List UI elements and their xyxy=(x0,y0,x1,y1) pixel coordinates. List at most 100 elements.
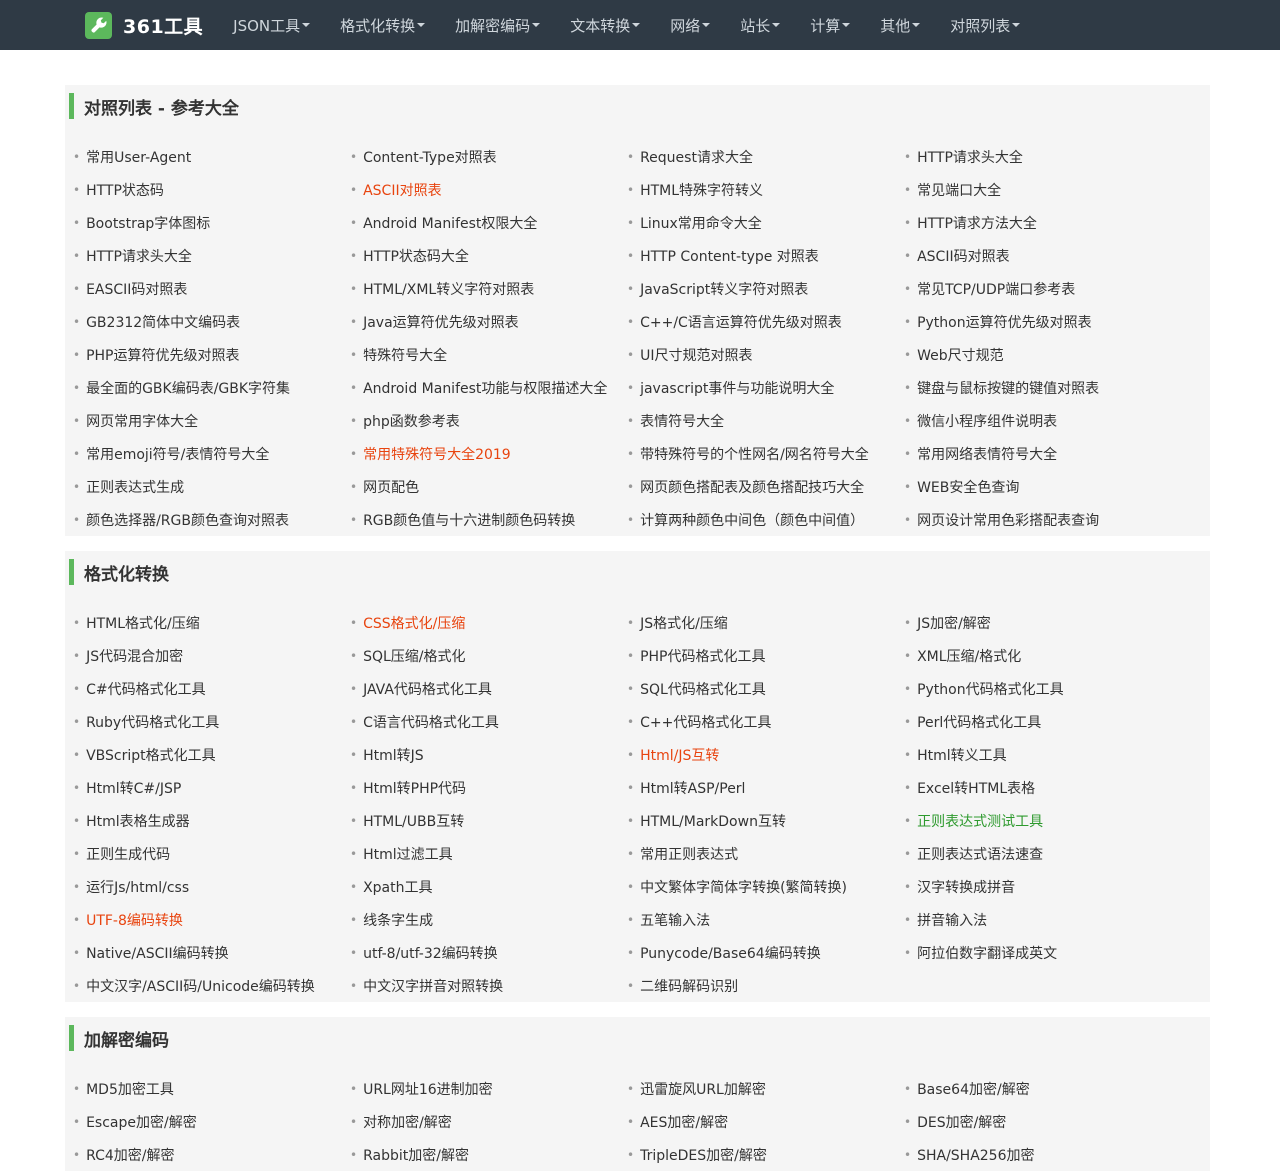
nav-item-3[interactable]: 文本转换 xyxy=(555,0,655,50)
tool-link[interactable]: • Native/ASCII编码转换 xyxy=(73,936,350,969)
tool-link[interactable]: • ASCII码对照表 xyxy=(904,239,1181,272)
tool-link[interactable]: • 网页颜色搭配表及颜色搭配技巧大全 xyxy=(627,470,904,503)
tool-link[interactable]: • VBScript格式化工具 xyxy=(73,738,350,771)
tool-link[interactable]: • HTML格式化/压缩 xyxy=(73,606,350,639)
tool-link[interactable]: • 计算两种颜色中间色（颜色中间值） xyxy=(627,503,904,536)
tool-link[interactable]: • 线条字生成 xyxy=(350,903,627,936)
tool-link[interactable]: • 运行Js/html/css xyxy=(73,870,350,903)
tool-link[interactable]: • UI尺寸规范对照表 xyxy=(627,338,904,371)
nav-item-1[interactable]: 格式化转换 xyxy=(325,0,440,50)
tool-link[interactable]: • MD5加密工具 xyxy=(73,1072,350,1105)
tool-link[interactable]: • C语言代码格式化工具 xyxy=(350,705,627,738)
tool-link[interactable]: • HTML/XML转义字符对照表 xyxy=(350,272,627,305)
tool-link[interactable]: • 正则表达式测试工具 xyxy=(904,804,1181,837)
tool-link[interactable]: • JAVA代码格式化工具 xyxy=(350,672,627,705)
tool-link[interactable]: • RGB颜色值与十六进制颜色码转换 xyxy=(350,503,627,536)
tool-link[interactable]: • 常见TCP/UDP端口参考表 xyxy=(904,272,1181,305)
tool-link[interactable]: • JS格式化/压缩 xyxy=(627,606,904,639)
tool-link[interactable]: • HTML/MarkDown互转 xyxy=(627,804,904,837)
tool-link[interactable]: • 五笔输入法 xyxy=(627,903,904,936)
tool-link[interactable]: • SQL代码格式化工具 xyxy=(627,672,904,705)
tool-link[interactable]: • C++代码格式化工具 xyxy=(627,705,904,738)
tool-link[interactable]: • HTTP请求头大全 xyxy=(73,239,350,272)
tool-link[interactable]: • Html转义工具 xyxy=(904,738,1181,771)
nav-item-0[interactable]: JSON工具 xyxy=(218,0,325,50)
tool-link[interactable]: • HTTP请求方法大全 xyxy=(904,206,1181,239)
tool-link[interactable]: • CSS格式化/压缩 xyxy=(350,606,627,639)
nav-item-6[interactable]: 计算 xyxy=(795,0,865,50)
tool-link[interactable]: • Base64加密/解密 xyxy=(904,1072,1181,1105)
tool-link[interactable]: • 最全面的GBK编码表/GBK字符集 xyxy=(73,371,350,404)
tool-link[interactable]: • 常用User-Agent xyxy=(73,140,350,173)
tool-link[interactable]: • Android Manifest权限大全 xyxy=(350,206,627,239)
tool-link[interactable]: • 网页常用字体大全 xyxy=(73,404,350,437)
tool-link[interactable]: • Web尺寸规范 xyxy=(904,338,1181,371)
tool-link[interactable]: • URL网址16进制加密 xyxy=(350,1072,627,1105)
nav-item-8[interactable]: 对照列表 xyxy=(935,0,1035,50)
tool-link[interactable]: • 网页设计常用色彩搭配表查询 xyxy=(904,503,1181,536)
tool-link[interactable]: • SHA/SHA256加密 xyxy=(904,1138,1181,1171)
tool-link[interactable]: • Python代码格式化工具 xyxy=(904,672,1181,705)
tool-link[interactable]: • Android Manifest功能与权限描述大全 xyxy=(350,371,627,404)
tool-link[interactable]: • 特殊符号大全 xyxy=(350,338,627,371)
tool-link[interactable]: • 常用特殊符号大全2019 xyxy=(350,437,627,470)
tool-link[interactable]: • 颜色选择器/RGB颜色查询对照表 xyxy=(73,503,350,536)
tool-link[interactable]: • 中文繁体字简体字转换(繁简转换) xyxy=(627,870,904,903)
nav-item-4[interactable]: 网络 xyxy=(655,0,725,50)
tool-link[interactable]: • PHP代码格式化工具 xyxy=(627,639,904,672)
tool-link[interactable]: • XML压缩/格式化 xyxy=(904,639,1181,672)
tool-link[interactable]: • Html过滤工具 xyxy=(350,837,627,870)
tool-link[interactable]: • Escape加密/解密 xyxy=(73,1105,350,1138)
tool-link[interactable]: • Html转ASP/Perl xyxy=(627,771,904,804)
tool-link[interactable]: • JS加密/解密 xyxy=(904,606,1181,639)
tool-link[interactable]: • RC4加密/解密 xyxy=(73,1138,350,1171)
tool-link[interactable]: • JS代码混合加密 xyxy=(73,639,350,672)
tool-link[interactable]: • 正则表达式语法速查 xyxy=(904,837,1181,870)
tool-link[interactable]: • Punycode/Base64编码转换 xyxy=(627,936,904,969)
tool-link[interactable]: • 二维码解码识别 xyxy=(627,969,904,1002)
tool-link[interactable]: • HTTP Content-type 对照表 xyxy=(627,239,904,272)
tool-link[interactable]: • 阿拉伯数字翻译成英文 xyxy=(904,936,1181,969)
tool-link[interactable]: • SQL压缩/格式化 xyxy=(350,639,627,672)
tool-link[interactable]: • Html表格生成器 xyxy=(73,804,350,837)
tool-link[interactable]: • 正则生成代码 xyxy=(73,837,350,870)
tool-link[interactable]: • 对称加密/解密 xyxy=(350,1105,627,1138)
tool-link[interactable]: • Html转JS xyxy=(350,738,627,771)
tool-link[interactable]: • Content-Type对照表 xyxy=(350,140,627,173)
tool-link[interactable]: • Bootstrap字体图标 xyxy=(73,206,350,239)
tool-link[interactable]: • DES加密/解密 xyxy=(904,1105,1181,1138)
tool-link[interactable]: • C++/C语言运算符优先级对照表 xyxy=(627,305,904,338)
tool-link[interactable]: • javascript事件与功能说明大全 xyxy=(627,371,904,404)
tool-link[interactable]: • Perl代码格式化工具 xyxy=(904,705,1181,738)
tool-link[interactable]: • 常用正则表达式 xyxy=(627,837,904,870)
tool-link[interactable]: • AES加密/解密 xyxy=(627,1105,904,1138)
tool-link[interactable]: • ASCII对照表 xyxy=(350,173,627,206)
tool-link[interactable]: • UTF-8编码转换 xyxy=(73,903,350,936)
tool-link[interactable]: • TripleDES加密/解密 xyxy=(627,1138,904,1171)
tool-link[interactable]: • 中文汉字/ASCII码/Unicode编码转换 xyxy=(73,969,350,1002)
tool-link[interactable]: • 微信小程序组件说明表 xyxy=(904,404,1181,437)
tool-link[interactable]: • 中文汉字拼音对照转换 xyxy=(350,969,627,1002)
tool-link[interactable]: • HTTP状态码 xyxy=(73,173,350,206)
tool-link[interactable]: • 带特殊符号的个性网名/网名符号大全 xyxy=(627,437,904,470)
tool-link[interactable]: • Python运算符优先级对照表 xyxy=(904,305,1181,338)
tool-link[interactable]: • 表情符号大全 xyxy=(627,404,904,437)
tool-link[interactable]: • 正则表达式生成 xyxy=(73,470,350,503)
tool-link[interactable]: • HTTP状态码大全 xyxy=(350,239,627,272)
tool-link[interactable]: • 网页配色 xyxy=(350,470,627,503)
tool-link[interactable]: • 常见端口大全 xyxy=(904,173,1181,206)
tool-link[interactable]: • Html/JS互转 xyxy=(627,738,904,771)
tool-link[interactable]: • C#代码格式化工具 xyxy=(73,672,350,705)
tool-link[interactable]: • utf-8/utf-32编码转换 xyxy=(350,936,627,969)
tool-link[interactable]: • 常用emoji符号/表情符号大全 xyxy=(73,437,350,470)
tool-link[interactable]: • Xpath工具 xyxy=(350,870,627,903)
tool-link[interactable]: • HTML特殊字符转义 xyxy=(627,173,904,206)
tool-link[interactable]: • Rabbit加密/解密 xyxy=(350,1138,627,1171)
tool-link[interactable]: • Linux常用命令大全 xyxy=(627,206,904,239)
tool-link[interactable]: • HTML/UBB互转 xyxy=(350,804,627,837)
tool-link[interactable]: • GB2312简体中文编码表 xyxy=(73,305,350,338)
nav-item-7[interactable]: 其他 xyxy=(865,0,935,50)
nav-item-5[interactable]: 站长 xyxy=(725,0,795,50)
tool-link[interactable]: • 拼音输入法 xyxy=(904,903,1181,936)
tool-link[interactable]: • 汉字转换成拼音 xyxy=(904,870,1181,903)
